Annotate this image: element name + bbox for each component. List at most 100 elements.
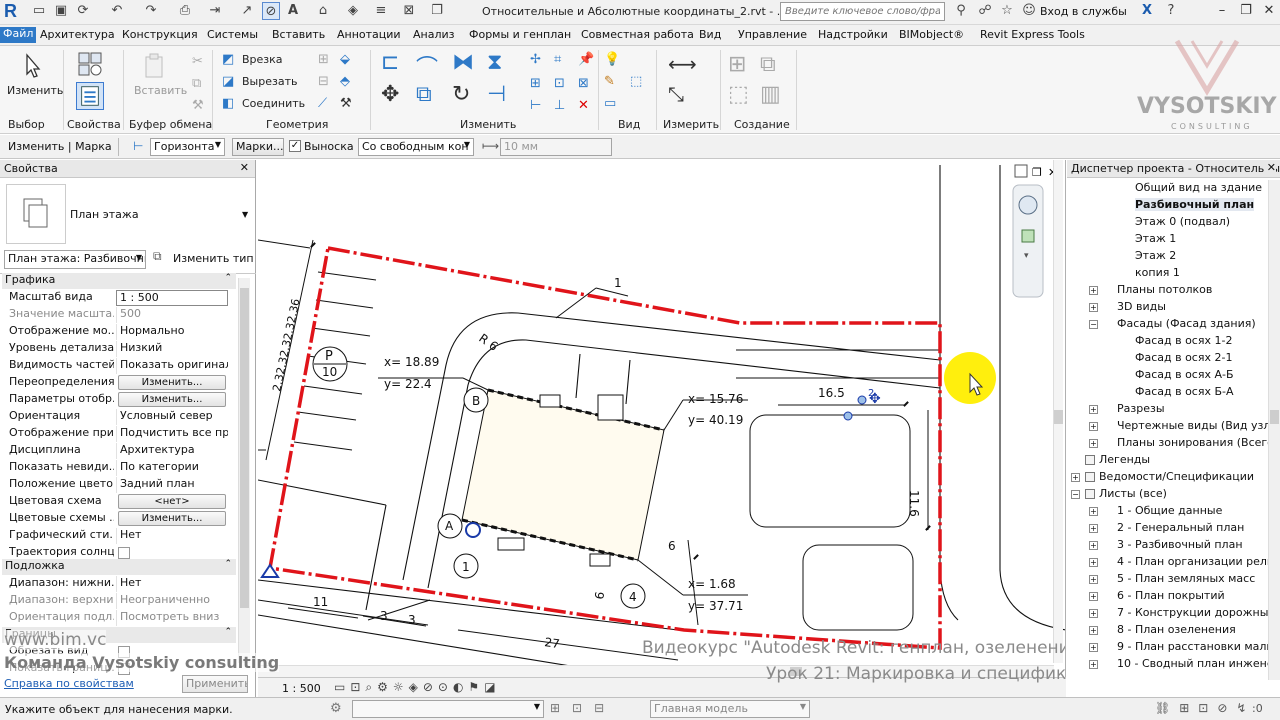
wall-joins-icon[interactable]: ⊞ [318,52,336,70]
view-control-icons[interactable]: ▭⊡⌕⚙☼◈⊘⊙◐⚑◪ [334,680,501,695]
tree-toggle[interactable]: + [1089,422,1098,431]
property-row[interactable]: Диапазон: верхни... Неограниченно [4,593,234,610]
view-instance-select[interactable]: План этажа: Разбивочнь ▼ [4,250,146,269]
save-icon[interactable]: ▣ [52,2,70,20]
site-plan-drawing[interactable]: ✥ 1 R 6 B A 1 4 P 10 x= 18.89 y= 22.4 x=… [258,160,1066,677]
restore-view-icon[interactable] [1014,164,1028,178]
property-row[interactable]: Видимость частей Показать оригинал [4,358,234,375]
tree-toggle[interactable]: + [1089,558,1098,567]
type-properties-icon[interactable] [76,50,104,78]
property-row[interactable]: Отображение при... Подчистить все пр... [4,426,234,443]
tree-item[interactable]: Листы (все) [1099,487,1167,500]
leader-checkbox[interactable]: ✓ [289,140,301,152]
tree-item[interactable]: Разбивочный план [1135,198,1255,211]
property-value[interactable]: 1 : 500 [116,290,228,306]
create-parts-icon[interactable]: ⧉ [760,52,788,80]
tree-toggle[interactable]: + [1089,660,1098,669]
join-button[interactable]: Соединить [242,97,305,110]
section-icon[interactable]: ◈ [344,2,362,20]
property-checkbox[interactable] [118,547,130,559]
property-row[interactable]: Переопределения... Изменить... [4,375,234,392]
zoom-region-icon[interactable] [1021,229,1035,243]
property-row[interactable]: Цветовая схема <нет> [4,494,234,511]
override-graphics-icon[interactable]: ▭ [604,96,622,114]
tree-toggle[interactable]: + [1089,609,1098,618]
tag-icon[interactable]: ⊘ [262,2,280,20]
copy-icon[interactable]: ⧉ [192,76,210,94]
hide-icon[interactable]: 💡 [604,52,622,70]
properties-panel-label[interactable]: Свойства [67,118,121,131]
create-panel-label[interactable]: Создание [734,118,790,131]
undo-icon[interactable]: ↶ [108,2,126,20]
tree-item[interactable]: Фасад в осях 1-2 [1135,334,1232,347]
tree-toggle[interactable]: − [1071,490,1080,499]
redo-icon[interactable]: ↷ [142,2,160,20]
move-icon[interactable]: ✥ [381,82,409,110]
property-row[interactable]: Ориентация подл... Посмотреть вниз [4,610,234,627]
tree-item[interactable]: Фасад в осях 2-1 [1135,351,1232,364]
rotate-icon[interactable]: ↻ [452,82,480,110]
tree-toggle[interactable]: + [1089,575,1098,584]
app-logo[interactable]: R [4,1,22,23]
tree-item[interactable]: Этаж 2 [1135,249,1176,262]
tree-item[interactable]: Этаж 1 [1135,232,1176,245]
tree-toggle[interactable]: + [1089,524,1098,533]
tree-item[interactable]: 9 - План расстановки малых ф [1117,640,1280,653]
offset-icon[interactable]: ⌒ [416,50,444,81]
type-dropdown-icon[interactable]: ▼ [242,210,248,219]
tree-item[interactable]: Планы потолков [1117,283,1212,296]
minimize-icon[interactable]: – [1212,3,1232,21]
measure-icon[interactable]: ⇥ [206,2,224,20]
measure-along-icon[interactable]: ⤡ [668,82,696,110]
open-icon[interactable]: ▭ [30,2,48,20]
binoculars-icon[interactable]: ⚲ [952,2,970,20]
tab-collaborate[interactable]: Совместная работа [581,28,694,41]
trim-icon[interactable]: ⊣ [487,82,515,110]
tree-item[interactable]: 1 - Общие данные [1117,504,1222,517]
tree-toggle[interactable]: + [1089,405,1098,414]
status-icons[interactable]: ⊞⊡⊟ [550,701,616,715]
tab-revit-express-tools[interactable]: Revit Express Tools [980,28,1085,41]
tree-item[interactable]: 4 - План организации рельеф [1117,555,1280,568]
canvas-vscrollbar[interactable] [1053,160,1063,663]
tree-toggle[interactable]: + [1089,541,1098,550]
survey-point-icon[interactable] [260,563,280,578]
linework-icon[interactable]: ✎ [604,74,622,92]
tab-file[interactable]: Файл [0,27,37,43]
property-row[interactable]: Положение цвето... Задний план [4,477,234,494]
tab-view[interactable]: Вид [699,28,721,41]
properties-scrollbar[interactable] [238,278,250,663]
tree-item[interactable]: Планы зонирования (Всего п [1117,436,1280,449]
mirror-axis-icon[interactable]: ⧓ [452,50,480,78]
tree-item[interactable]: Этаж 0 (подвал) [1135,215,1230,228]
array-icon[interactable]: ⊞ [530,76,548,94]
property-row[interactable]: Значение масшта... 500 [4,307,234,324]
orientation-select[interactable]: Горизонта ▼ [150,138,225,156]
apply-button[interactable]: Применить [182,675,248,693]
tab-systems[interactable]: Системы [207,28,258,41]
modify-panel-label[interactable]: Изменить [460,118,516,131]
hammer-icon[interactable]: ⚒ [340,96,358,114]
property-row[interactable]: Ориентация Условный север [4,409,234,426]
origin-marker-icon[interactable] [465,522,481,538]
create-similar-icon[interactable]: ▥ [760,82,788,110]
tree-toggle[interactable]: + [1089,592,1098,601]
3d-view-icon[interactable]: ⌂ [314,2,332,20]
property-edit-button[interactable]: Изменить... [118,392,226,407]
tree-toggle[interactable]: + [1089,439,1098,448]
building-outline[interactable] [461,389,665,561]
select-panel-label[interactable]: Выбор [8,118,45,131]
view-scale[interactable]: 1 : 500 [282,682,321,695]
align-icon[interactable]: ⊏ [381,50,409,78]
join-icon[interactable]: ◧ [222,96,240,114]
tree-item[interactable]: 6 - План покрытий [1117,589,1225,602]
tree-item[interactable]: 5 - План земляных масс [1117,572,1255,585]
tab-massing-site[interactable]: Формы и генплан [469,28,571,41]
unpin-icon[interactable]: ⊠ [578,76,596,94]
geometry-panel-label[interactable]: Геометрия [266,118,328,131]
property-edit-button[interactable]: Изменить... [118,375,226,390]
split-icon[interactable]: ✢ [530,52,548,70]
cope-button[interactable]: Врезка [242,53,283,66]
tree-item[interactable]: 2 - Генеральный план [1117,521,1244,534]
workset-select[interactable]: ▼ [352,700,544,718]
